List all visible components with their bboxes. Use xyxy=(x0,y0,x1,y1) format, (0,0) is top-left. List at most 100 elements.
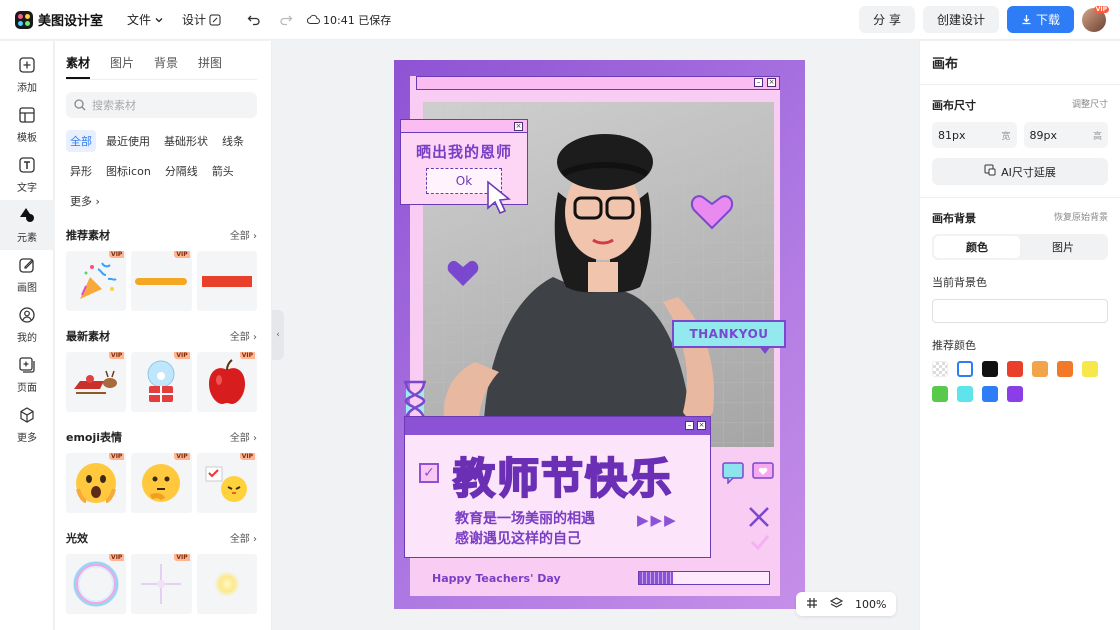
tab-image[interactable]: 图片 xyxy=(1020,236,1106,258)
search-input[interactable]: 搜索素材 xyxy=(66,92,257,118)
asset-glow[interactable] xyxy=(196,554,257,614)
save-status: 10:41 已保存 xyxy=(307,12,391,28)
see-all-label: 全部 xyxy=(229,534,250,545)
see-all-link[interactable]: 全部 › xyxy=(230,530,257,546)
greeting-window[interactable]: – × ✓ 教师节快乐 教育是一场美丽的相遇 感谢遇见这样的自己 ▶▶▶ xyxy=(404,416,711,558)
text-icon xyxy=(19,156,35,176)
nav-item-add[interactable]: 添加 xyxy=(0,50,54,100)
undo-icon[interactable] xyxy=(247,13,261,27)
design-menu-label: 设计 xyxy=(182,13,207,27)
download-button[interactable]: 下载 xyxy=(1006,6,1074,33)
chip-dividers[interactable]: 分隔线 xyxy=(161,160,202,182)
tab-background[interactable]: 背景 xyxy=(154,54,178,79)
restore-bg-link[interactable]: 恢复原始背景 xyxy=(1054,210,1108,226)
color-swatch[interactable] xyxy=(1057,361,1073,377)
color-swatch[interactable] xyxy=(982,386,998,402)
tab-color[interactable]: 颜色 xyxy=(934,236,1020,258)
asset-emoji-chick[interactable]: VIP xyxy=(196,453,257,513)
nav-item-draw[interactable]: 画图 xyxy=(0,250,54,300)
create-design-button[interactable]: 创建设计 xyxy=(922,6,999,33)
tab-material[interactable]: 素材 xyxy=(66,54,91,79)
app-logo[interactable]: 美图设计室 xyxy=(15,10,103,29)
panel-tabs: 素材 图片 背景 拼图 xyxy=(55,41,271,79)
design-menu[interactable]: 设计 xyxy=(182,11,221,28)
color-swatch[interactable] xyxy=(1032,361,1048,377)
tab-collage[interactable]: 拼图 xyxy=(198,54,222,79)
chip-arrows[interactable]: 箭头 xyxy=(208,160,238,182)
asset-sleigh[interactable]: VIP xyxy=(66,352,127,412)
color-swatch[interactable] xyxy=(932,361,948,377)
see-all-link[interactable]: 全部 › xyxy=(230,227,257,243)
nav-item-page[interactable]: 页面 xyxy=(0,350,54,400)
color-swatch[interactable] xyxy=(957,361,973,377)
bg-label: 画布背景 xyxy=(932,212,976,225)
asset-bubble[interactable]: VIP xyxy=(66,554,127,614)
progress-fill xyxy=(639,572,673,584)
height-field[interactable]: 89px 高 xyxy=(1023,122,1108,148)
section-light-effects: 光效 全部 › xyxy=(66,530,257,546)
material-panel: 素材 图片 背景 拼图 搜索素材 全部 最近使用 基础形状 线条 异形 图标ic… xyxy=(55,41,272,630)
color-swatch[interactable] xyxy=(1007,361,1023,377)
asset-brush-stroke[interactable]: VIP xyxy=(131,251,192,311)
download-label: 下载 xyxy=(1035,13,1060,27)
ai-resize-button[interactable]: AI尺寸延展 xyxy=(932,158,1108,185)
vip-badge: VIP xyxy=(174,453,190,460)
color-swatch[interactable] xyxy=(957,386,973,402)
collapse-panel-button[interactable]: ‹ xyxy=(272,310,284,360)
page-icon xyxy=(19,356,35,376)
nav-item-template[interactable]: 模板 xyxy=(0,100,54,150)
redo-icon[interactable] xyxy=(279,13,293,27)
nav-item-label: 更多 xyxy=(17,432,37,444)
poster-canvas[interactable]: – × × 晒出我的恩师 Ok THANKYOU – × ✓ 教师节快乐 教育是… xyxy=(394,60,805,609)
chip-lines[interactable]: 线条 xyxy=(218,130,248,152)
thankyou-tail xyxy=(759,346,771,354)
save-status-text: 10:41 已保存 xyxy=(323,13,392,27)
nav-item-more[interactable]: 更多 xyxy=(0,400,54,450)
asset-snow-globe[interactable]: VIP xyxy=(131,352,192,412)
category-chips: 全部 最近使用 基础形状 线条 异形 图标icon 分隔线 箭头 更多 › xyxy=(66,130,261,212)
zoom-value[interactable]: 100% xyxy=(855,598,886,611)
close-icon: × xyxy=(697,421,706,430)
share-button[interactable]: 分 享 xyxy=(859,6,915,33)
canvas-size-row: 画布尺寸 调整尺寸 xyxy=(932,97,1108,113)
top-bar: 美图设计室 文件 设计 10:41 已保存 分 享 创建设计 下载 VIP xyxy=(0,0,1120,40)
vip-badge: VIP xyxy=(174,251,190,258)
asset-emoji-scared[interactable]: VIP xyxy=(66,453,127,513)
chip-basic-shapes[interactable]: 基础形状 xyxy=(160,130,212,152)
cube-icon xyxy=(19,406,35,426)
color-swatch[interactable] xyxy=(1007,386,1023,402)
chip-more-label: 更多 xyxy=(70,195,92,208)
tab-image[interactable]: 图片 xyxy=(110,54,134,79)
chip-more[interactable]: 更多 › xyxy=(66,190,104,212)
chevron-left-icon: ‹ xyxy=(276,330,280,340)
chip-irregular[interactable]: 异形 xyxy=(66,160,96,182)
color-swatch[interactable] xyxy=(982,361,998,377)
layers-icon[interactable] xyxy=(829,596,844,612)
color-swatch[interactable] xyxy=(1082,361,1098,377)
grid-icon[interactable] xyxy=(806,597,818,612)
color-swatch[interactable] xyxy=(932,386,948,402)
asset-red-bar[interactable] xyxy=(196,251,257,311)
see-all-link[interactable]: 全部 › xyxy=(230,328,257,344)
avatar[interactable]: VIP xyxy=(1082,5,1109,32)
nav-item-elements[interactable]: 元素 xyxy=(0,200,54,250)
width-field[interactable]: 81px 宽 xyxy=(932,122,1017,148)
resize-link[interactable]: 调整尺寸 xyxy=(1072,97,1108,113)
thankyou-bubble: THANKYOU xyxy=(672,320,786,348)
asset-emoji-thinking[interactable]: VIP xyxy=(131,453,192,513)
size-label: 画布尺寸 xyxy=(932,99,976,112)
file-menu[interactable]: 文件 xyxy=(127,11,164,28)
asset-party-popper[interactable]: VIP xyxy=(66,251,127,311)
check-mark-icon xyxy=(750,535,770,550)
chip-all[interactable]: 全部 xyxy=(66,130,96,152)
cloud-icon xyxy=(307,14,321,25)
nav-item-text[interactable]: 文字 xyxy=(0,150,54,200)
chip-icons[interactable]: 图标icon xyxy=(102,160,155,182)
current-color-field[interactable] xyxy=(932,299,1108,323)
asset-sparkle[interactable]: VIP xyxy=(131,554,192,614)
chip-recent[interactable]: 最近使用 xyxy=(102,130,154,152)
see-all-link[interactable]: 全部 › xyxy=(230,429,257,445)
nav-item-mine[interactable]: 我的 xyxy=(0,300,54,350)
asset-apple[interactable]: VIP xyxy=(196,352,257,412)
vip-badge: VIP xyxy=(109,453,125,460)
